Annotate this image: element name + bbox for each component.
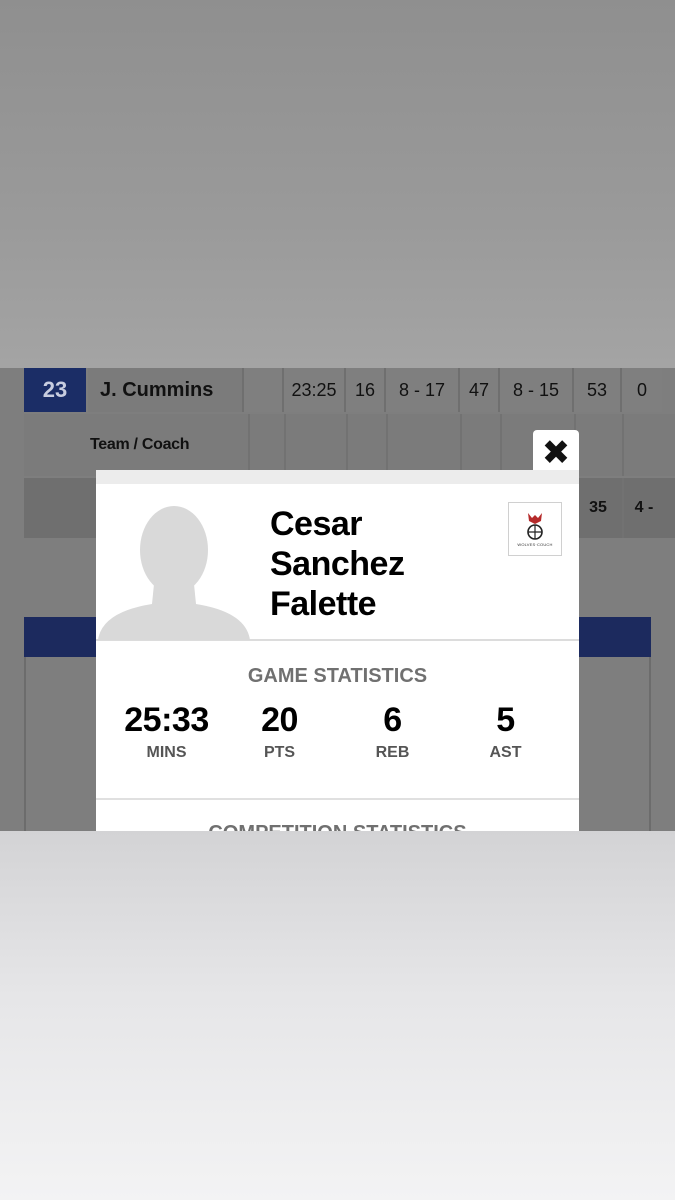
top-letterbox: [0, 0, 675, 368]
player-number: 23: [24, 368, 86, 412]
stat-label: AST: [489, 744, 522, 761]
stat-value: 5: [496, 701, 515, 739]
empty-cell: [244, 368, 284, 412]
player-full-name: Cesar Sanchez Falette: [270, 504, 510, 624]
player-name-cell[interactable]: J. Cummins: [88, 368, 244, 412]
totals-cell: 4 -: [634, 499, 654, 516]
column-divider: [460, 414, 462, 476]
stat-cell-2ptpct: 53: [574, 368, 622, 412]
stat-cell-pts: 16: [346, 368, 386, 412]
bottom-letterbox: [0, 831, 675, 1200]
section-divider: [96, 798, 579, 800]
team-coach-label: Team / Coach: [90, 436, 190, 453]
player-name-line: Sanchez: [270, 545, 405, 583]
column-divider: [386, 414, 388, 476]
player-name-line: Falette: [270, 585, 377, 623]
stat-cell-3pt: 0: [622, 368, 662, 412]
column-divider: [248, 414, 250, 476]
column-divider: [284, 414, 286, 476]
competition-statistics-title: COMPETITION STATISTICS: [96, 822, 579, 831]
stat-mins: 25:33 MINS: [110, 700, 223, 762]
stat-value: 6: [383, 701, 402, 739]
modal-top-bar: [96, 470, 579, 484]
player-name-line: Cesar: [270, 505, 363, 543]
stat-pts: 20 PTS: [223, 700, 336, 762]
player-modal: Cesar Sanchez Falette WOLVES·COUCH GAME …: [96, 470, 579, 831]
team-logo: WOLVES·COUCH: [508, 502, 562, 556]
stat-label: REB: [375, 744, 410, 761]
column-divider: [500, 414, 502, 476]
stat-cell-2pt: 8 - 15: [500, 368, 574, 412]
stat-cell-fgpct: 47: [460, 368, 500, 412]
stat-cell-fg: 8 - 17: [386, 368, 460, 412]
avatar-placeholder-icon: [98, 506, 250, 640]
team-logo-text: WOLVES·COUCH: [517, 542, 553, 547]
player-header: Cesar Sanchez Falette WOLVES·COUCH: [96, 484, 579, 641]
stat-label: MINS: [146, 744, 187, 761]
game-stats: 25:33 MINS 20 PTS 6 REB 5 AST: [110, 700, 565, 770]
stat-reb: 6 REB: [336, 700, 449, 762]
table-row[interactable]: 23 J. Cummins 23:25 16 8 - 17 47 8 - 15 …: [24, 368, 675, 412]
stat-ast: 5 AST: [449, 700, 562, 762]
totals-cell: 35: [589, 499, 607, 516]
stat-value: 25:33: [124, 701, 209, 739]
team-logo-icon: [527, 513, 543, 540]
stat-label: PTS: [263, 744, 296, 761]
column-divider: [622, 414, 624, 476]
stat-value: 20: [261, 701, 298, 739]
game-statistics-title: GAME STATISTICS: [247, 665, 428, 687]
column-divider: [346, 414, 348, 476]
stat-cell-mins: 23:25: [284, 368, 346, 412]
